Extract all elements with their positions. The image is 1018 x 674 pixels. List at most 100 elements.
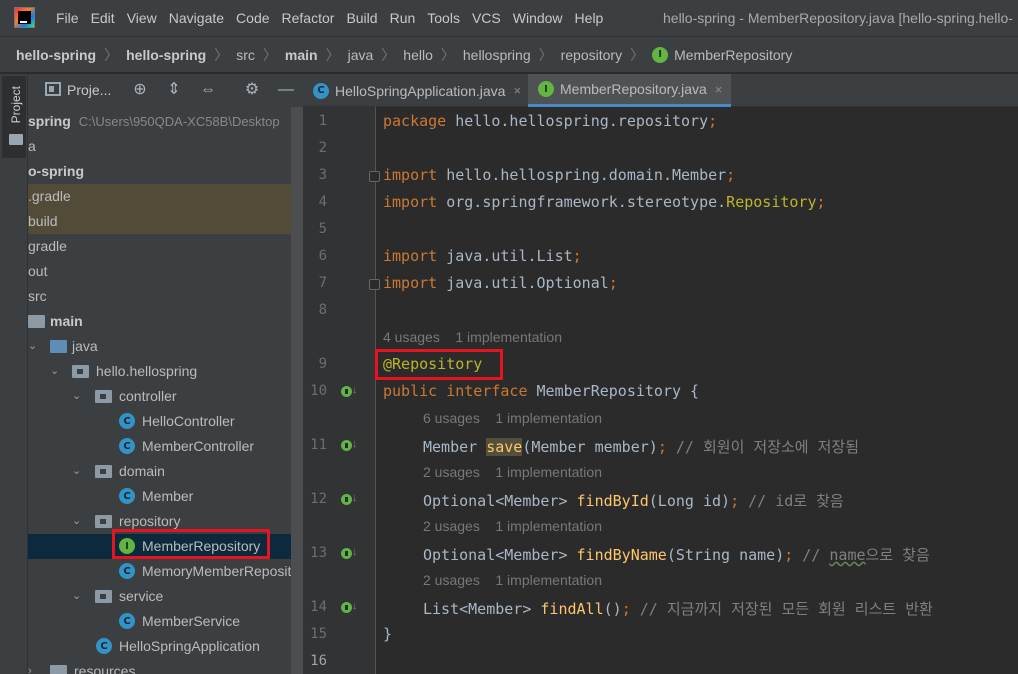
chevron-right-icon: 〉 [440, 46, 455, 63]
usages-hint[interactable]: 2 usages 1 implementation [423, 518, 602, 534]
tree-row-controller[interactable]: ⌄ controller [28, 384, 303, 409]
menu-window[interactable]: Window [513, 10, 563, 26]
tree-row-project-root[interactable]: spring C:\Users\950QDA-XC58B\Desktop [28, 109, 303, 134]
implemented-gutter-icon[interactable]: ↓ [341, 438, 359, 454]
code-line-4: import org.springframework.stereotype.Re… [383, 193, 826, 211]
usages-hint[interactable]: 6 usages 1 implementation [423, 410, 602, 426]
code-line-9: @Repository [383, 355, 483, 373]
crumb-member-repository[interactable]: MemberRepository [674, 47, 792, 63]
menu-code[interactable]: Code [236, 10, 269, 26]
menu-tools[interactable]: Tools [427, 10, 460, 26]
chevron-down-icon[interactable]: ⌄ [50, 359, 59, 384]
project-panel-title[interactable]: Proje... [67, 82, 111, 98]
tree-row-gradle[interactable]: gradle [28, 234, 303, 259]
tree-row-hello-hellospring[interactable]: ⌄ hello.hellospring [28, 359, 303, 384]
gear-icon[interactable]: ⚙ [241, 79, 263, 101]
chevron-down-icon[interactable]: ⌄ [72, 459, 81, 484]
tree-label: domain [119, 463, 165, 479]
code-line-1: package hello.hellospring.repository; [383, 112, 718, 130]
crumb-hello[interactable]: hello [403, 47, 433, 63]
chevron-right-icon: 〉 [262, 46, 277, 63]
tree-row-dot-gradle[interactable]: .gradle [28, 184, 303, 209]
implemented-gutter-icon[interactable]: ↓ [341, 600, 359, 616]
menu-refactor[interactable]: Refactor [282, 10, 335, 26]
collapse-all-icon[interactable]: ⇔ [197, 79, 219, 101]
close-icon[interactable]: × [513, 83, 521, 98]
line-number: 2 [318, 140, 327, 156]
line-number-current: 16 [310, 653, 327, 669]
project-tool-button[interactable]: Project [2, 76, 26, 158]
close-icon[interactable]: × [715, 82, 723, 97]
tree-label: .gradle [28, 188, 71, 204]
usages-hint[interactable]: 2 usages 1 implementation [423, 464, 602, 480]
tree-label: MemberService [142, 613, 241, 629]
class-icon: C [119, 613, 135, 629]
locate-file-icon[interactable]: ⊕ [129, 79, 151, 101]
crumb-hellospring[interactable]: hellospring [463, 47, 531, 63]
tree-row-memory-member-repository[interactable]: C MemoryMemberRepositor [28, 559, 303, 584]
project-tool-label: Project [9, 86, 23, 124]
tree-row-member-service[interactable]: C MemberService [28, 609, 303, 634]
tab-hello-spring-application[interactable]: C HelloSpringApplication.java × [313, 74, 528, 107]
crumb-module[interactable]: hello-spring [126, 47, 206, 63]
expand-all-icon[interactable]: ⇕ [163, 79, 185, 101]
panel-splitter[interactable] [291, 107, 303, 674]
package-icon [95, 590, 112, 603]
code-editor[interactable]: 1 2 3 4 5 6 7 8 9 10 11 12 13 14 15 16 ↓… [303, 107, 1018, 674]
code-line-12: Optional<Member> findById(Long id); // i… [423, 492, 844, 510]
tree-row-member-repository[interactable]: I MemberRepository [28, 534, 303, 559]
tree-row-src[interactable]: src [28, 284, 303, 309]
menu-file[interactable]: File [56, 10, 79, 26]
main-menu: File Edit View Navigate Code Refactor Bu… [56, 0, 615, 36]
menu-build[interactable]: Build [346, 10, 377, 26]
fold-icon[interactable] [369, 279, 380, 290]
usages-hint[interactable]: 2 usages 1 implementation [423, 572, 602, 588]
tree-label: main [50, 313, 83, 329]
crumb-java[interactable]: java [348, 47, 374, 63]
chevron-right-icon: 〉 [104, 46, 119, 63]
tree-row-domain[interactable]: ⌄ domain [28, 459, 303, 484]
tree-row-repository[interactable]: ⌄ repository [28, 509, 303, 534]
crumb-project[interactable]: hello-spring [16, 47, 96, 63]
crumb-src[interactable]: src [236, 47, 255, 63]
tree-row-main[interactable]: main [28, 309, 303, 334]
chevron-down-icon[interactable]: ⌄ [28, 334, 37, 359]
tab-member-repository[interactable]: I MemberRepository.java × [528, 74, 731, 107]
tree-row-module[interactable]: o-spring [28, 159, 303, 184]
menu-run[interactable]: Run [390, 10, 416, 26]
usages-hint[interactable]: 4 usages 1 implementation [383, 329, 562, 345]
implemented-gutter-icon[interactable]: ↓ [341, 384, 359, 400]
menu-help[interactable]: Help [575, 10, 604, 26]
interface-icon: I [652, 46, 669, 63]
chevron-down-icon[interactable]: ⌄ [72, 509, 81, 534]
tree-label: repository [119, 513, 181, 529]
tree-row-hello-spring-application[interactable]: C HelloSpringApplication [28, 634, 303, 659]
project-view-icon[interactable] [45, 82, 61, 96]
tree-row-member[interactable]: C Member [28, 484, 303, 509]
crumb-repository[interactable]: repository [561, 47, 622, 63]
hide-panel-icon[interactable]: — [275, 79, 297, 101]
tree-row-service[interactable]: ⌄ service [28, 584, 303, 609]
tree-row-member-controller[interactable]: C MemberController [28, 434, 303, 459]
tree-row-out[interactable]: out [28, 259, 303, 284]
tree-row-build[interactable]: build [28, 209, 303, 234]
tree-label: MemberController [142, 438, 255, 454]
fold-icon[interactable] [369, 171, 380, 182]
tree-row-java[interactable]: ⌄ java [28, 334, 303, 359]
menu-edit[interactable]: Edit [91, 10, 115, 26]
implemented-gutter-icon[interactable]: ↓ [341, 546, 359, 562]
menu-vcs[interactable]: VCS [472, 10, 501, 26]
editor-gutter: 1 2 3 4 5 6 7 8 9 10 11 12 13 14 15 16 ↓… [303, 107, 380, 674]
chevron-right-icon[interactable]: › [28, 659, 32, 674]
implemented-gutter-icon[interactable]: ↓ [341, 492, 359, 508]
menu-view[interactable]: View [127, 10, 157, 26]
tree-row-hello-controller[interactable]: C HelloController [28, 409, 303, 434]
code-line-6: import java.util.List; [383, 247, 582, 265]
chevron-down-icon[interactable]: ⌄ [72, 584, 81, 609]
crumb-main[interactable]: main [285, 47, 318, 63]
chevron-down-icon[interactable]: ⌄ [72, 384, 81, 409]
code-line-15: } [383, 625, 393, 643]
tree-row-resources[interactable]: › resources [28, 659, 303, 674]
tree-row-a[interactable]: a [28, 134, 303, 159]
menu-navigate[interactable]: Navigate [169, 10, 224, 26]
